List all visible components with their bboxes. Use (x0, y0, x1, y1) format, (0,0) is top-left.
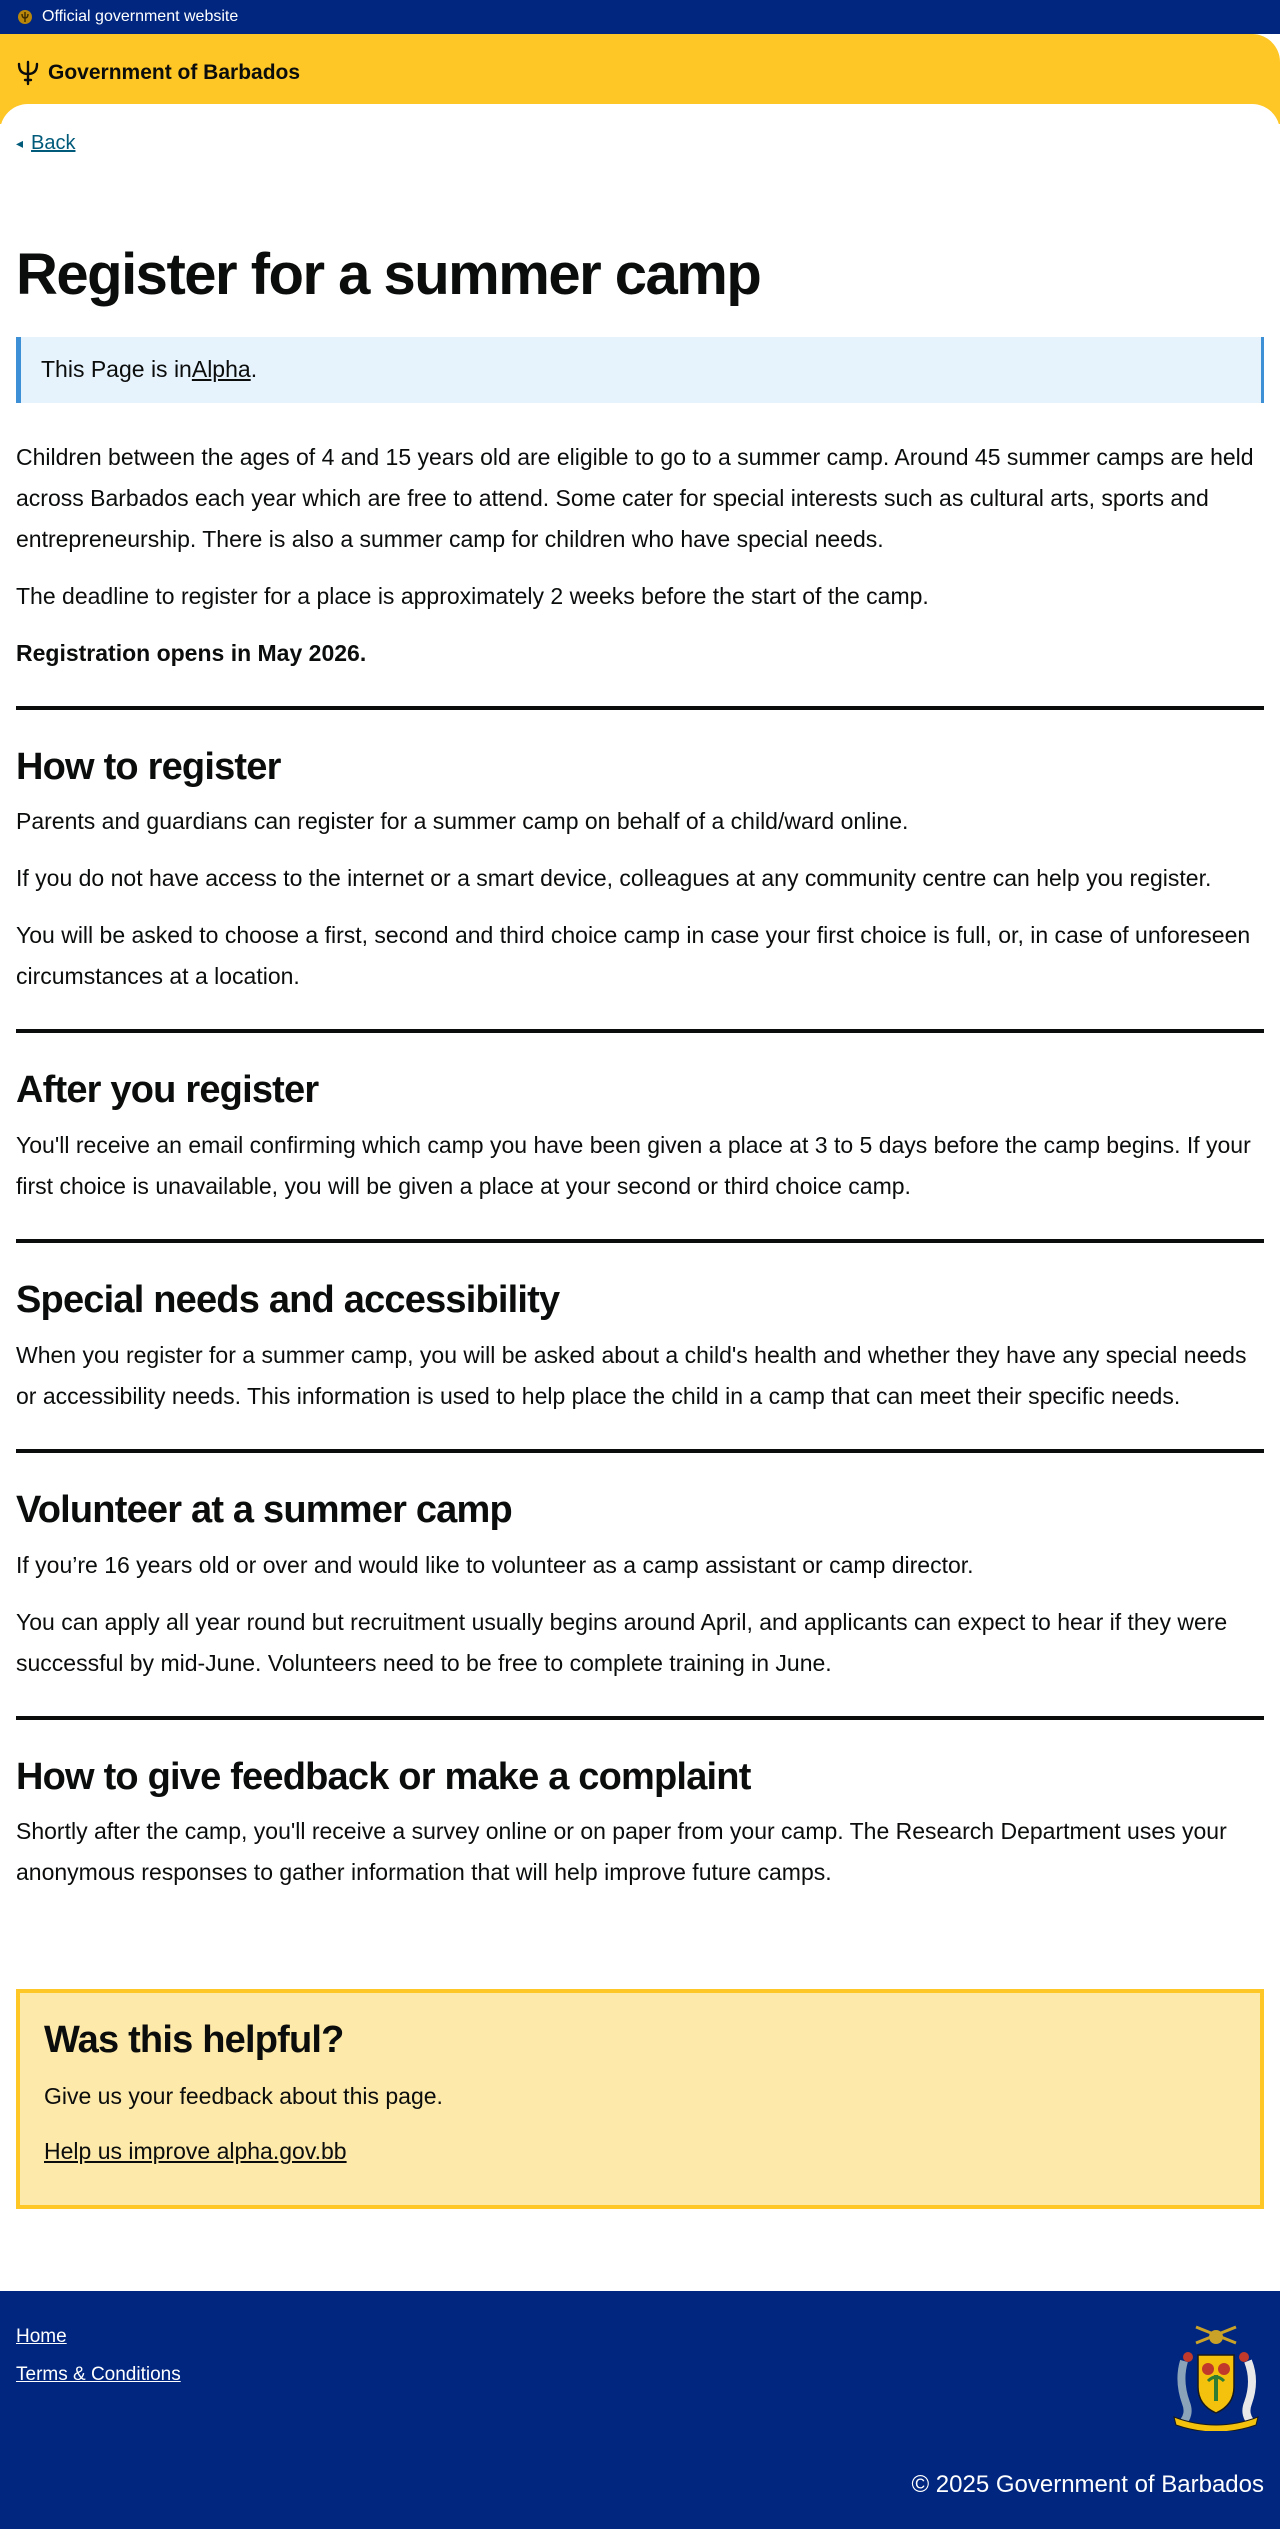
alpha-banner-suffix: . (250, 356, 258, 383)
divider (16, 705, 1264, 710)
divider (16, 1029, 1264, 1034)
helpful-heading: Was this helpful? (44, 2019, 344, 2062)
alpha-banner-prefix: This Page is in (41, 356, 192, 383)
section-paragraph: You'll receive an email confirming which… (16, 1132, 1251, 1200)
divider (16, 1448, 1264, 1453)
section-paragraph: Shortly after the camp, you'll receive a… (16, 1818, 1227, 1886)
site-footer: Home Terms & Conditions © 2025 Governmen… (0, 2291, 1280, 2529)
alpha-banner: This Page is in Alpha. (16, 336, 1264, 403)
back-arrow-icon: ◂ (16, 135, 24, 151)
main-content: ◂ Back Register for a summer camp This P… (0, 104, 1280, 2210)
divider (16, 1715, 1264, 1720)
section-heading: After you register (16, 1069, 319, 1112)
section-paragraph: If you do not have access to the interne… (16, 865, 1212, 892)
section-feedback-complaint: How to give feedback or make a complaint… (16, 1756, 1264, 1894)
section-volunteer: Volunteer at a summer camp If you’re 16 … (16, 1489, 1264, 1684)
official-website-label: Official government website (42, 8, 239, 25)
divider (16, 1239, 1264, 1244)
brand-name: Government of Barbados (48, 61, 301, 84)
coat-of-arms-icon (1173, 2325, 1259, 2431)
section-paragraph: You will be asked to choose a first, sec… (16, 922, 1251, 990)
section-heading: How to give feedback or make a complaint (16, 1755, 751, 1798)
back-link[interactable]: Back (31, 132, 75, 155)
section-heading: Special needs and accessibility (16, 1279, 560, 1322)
registration-opens: Registration opens in May 2026. (16, 639, 367, 666)
helpful-box: Was this helpful? Give us your feedback … (16, 1989, 1264, 2210)
back-link-wrap[interactable]: ◂ Back (16, 132, 1264, 155)
section-paragraph: You can apply all year round but recruit… (16, 1608, 1228, 1676)
alpha-link[interactable]: Alpha (192, 356, 251, 383)
intro: Children between the ages of 4 and 15 ye… (16, 437, 1264, 674)
feedback-link[interactable]: Help us improve alpha.gov.bb (44, 2138, 347, 2164)
brand[interactable]: Government of Barbados (16, 60, 1264, 86)
copyright: © 2025 Government of Barbados (911, 2471, 1264, 2498)
barbados-flag-icon (16, 8, 34, 26)
section-paragraph: If you’re 16 years old or over and would… (16, 1551, 974, 1578)
helpful-text: Give us your feedback about this page. (44, 2083, 443, 2110)
section-heading: Volunteer at a summer camp (16, 1488, 513, 1531)
intro-paragraph: The deadline to register for a place is … (16, 582, 929, 609)
section-paragraph: Parents and guardians can register for a… (16, 808, 909, 835)
section-how-to-register: How to register Parents and guardians ca… (16, 746, 1264, 998)
footer-link-home[interactable]: Home (16, 2325, 1264, 2349)
footer-link-terms[interactable]: Terms & Conditions (16, 2363, 1264, 2387)
intro-paragraph: Children between the ages of 4 and 15 ye… (16, 443, 1254, 552)
section-paragraph: When you register for a summer camp, you… (16, 1341, 1247, 1409)
page-title: Register for a summer camp (16, 242, 762, 307)
official-website-bar: Official government website (0, 0, 1280, 34)
section-after-register: After you register You'll receive an ema… (16, 1069, 1264, 1207)
section-special-needs: Special needs and accessibility When you… (16, 1279, 1264, 1417)
trident-icon (17, 60, 39, 86)
section-heading: How to register (16, 745, 281, 788)
